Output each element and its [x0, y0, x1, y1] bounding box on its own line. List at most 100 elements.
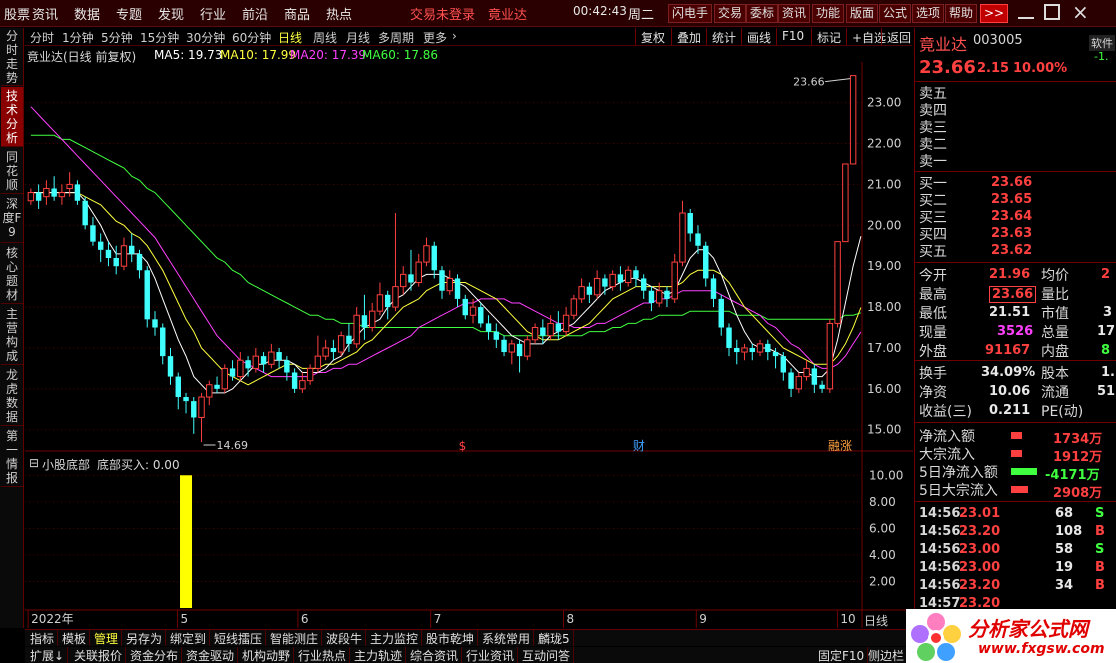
kline-chart[interactable]: 23.00 22.00 21.00 20.00 19.00 18.00 17.00 16.00…	[25, 62, 913, 628]
period-60min[interactable]: 60分钟	[232, 29, 271, 46]
draw-button[interactable]: 画线	[741, 28, 776, 45]
indicator-tab[interactable]: 股市乾坤	[423, 630, 479, 646]
stats-button[interactable]: 统计	[706, 28, 741, 45]
indicator-tab[interactable]: 短线擂压	[211, 630, 267, 646]
candle	[206, 380, 213, 406]
login-status[interactable]: 交易未登录	[410, 4, 475, 23]
candle-body	[578, 286, 585, 300]
candle-body	[819, 384, 825, 389]
candle	[214, 376, 220, 393]
indicator-tab[interactable]: 主力监控	[367, 630, 423, 646]
tab-technical[interactable]: 技术分析	[1, 87, 23, 147]
close-icon[interactable]: ×	[1072, 0, 1089, 24]
quote-panel: 竟业达 003005 软件 -1. 23.66 2.15 10.00% 卖五 卖…	[914, 28, 1116, 663]
indicator-tick-label: 8.00	[869, 495, 896, 509]
minimize-icon[interactable]	[1018, 5, 1034, 19]
indicator-collapse-icon[interactable]: ⊟	[29, 456, 39, 470]
menu-data[interactable]: 数据	[74, 4, 100, 23]
mark-button[interactable]: 标记	[811, 28, 846, 45]
extension-tab[interactable]: 综合资讯	[407, 647, 463, 663]
options-button[interactable]: 选项	[912, 4, 945, 23]
indicator-tab[interactable]: 麟珑5	[535, 630, 574, 646]
tab-depth-f9[interactable]: 深度F9	[1, 195, 23, 243]
extension-tab[interactable]: 互动问答	[519, 647, 575, 663]
menu-commodity[interactable]: 商品	[284, 4, 310, 23]
totvol-value: 17	[1097, 324, 1116, 339]
netflow-value: 1734万	[1053, 432, 1103, 447]
indicator-tab[interactable]: 管理	[91, 630, 123, 646]
candle-body	[555, 323, 562, 332]
period-monthly[interactable]: 月线	[346, 29, 370, 46]
extension-tab[interactable]: 主力轨迹	[351, 647, 407, 663]
period-1min[interactable]: 1分钟	[62, 29, 94, 46]
period-more[interactable]: 更多	[423, 29, 447, 46]
blockflow5-bar	[1011, 486, 1028, 493]
indicator-tab[interactable]: 另存为	[123, 630, 167, 646]
extension-tab[interactable]: 机构动野	[239, 647, 295, 663]
indicator-tab[interactable]: 指标	[27, 630, 59, 646]
entrust-button[interactable]: 委标	[746, 4, 779, 23]
period-5min[interactable]: 5分钟	[101, 29, 133, 46]
extension-tab-right[interactable]: 侧边栏	[865, 647, 909, 663]
candle-body	[214, 384, 220, 389]
menu-frontier[interactable]: 前沿	[242, 4, 268, 23]
tab-first-intel[interactable]: 第一情报	[1, 427, 23, 487]
indicator-tab[interactable]: 波段牛	[323, 630, 367, 646]
pe-label: PE(动)	[1041, 404, 1084, 420]
flash-trade-button[interactable]: 闪电手	[668, 4, 713, 23]
menu-industry[interactable]: 行业	[200, 4, 226, 23]
extension-tab[interactable]: 扩展↓	[27, 647, 69, 663]
candle	[765, 339, 771, 361]
f10-button[interactable]: F10	[776, 28, 809, 45]
open-label: 今开	[919, 268, 947, 284]
extension-tab[interactable]: 关联报价	[71, 647, 127, 663]
tab-core-theme[interactable]: 核心题材	[1, 244, 23, 304]
indicator-title: 小股底部	[42, 458, 91, 472]
period-15min[interactable]: 15分钟	[140, 29, 179, 46]
menu-topics[interactable]: 专题	[116, 4, 142, 23]
adjust-button[interactable]: 复权	[635, 28, 670, 45]
function-button[interactable]: 功能	[812, 4, 845, 23]
time-tick-label: 5	[181, 612, 189, 626]
period-30min[interactable]: 30分钟	[186, 29, 225, 46]
tab-intraday[interactable]: 分时走势	[1, 28, 23, 86]
price-tick-label: 17.00	[867, 341, 901, 355]
back-button[interactable]: 返回	[881, 28, 916, 45]
extension-tab-right[interactable]: 固定F10	[815, 647, 869, 663]
menu-news[interactable]: 资讯	[32, 4, 58, 23]
period-weekly[interactable]: 周线	[313, 29, 337, 46]
tab-business[interactable]: 主营构成	[1, 305, 23, 365]
candle-body	[51, 188, 57, 197]
sector-tag[interactable]: 软件	[1089, 35, 1115, 51]
news-button[interactable]: 资讯	[778, 4, 811, 23]
tab-dragon-tiger[interactable]: 龙虎数据	[1, 366, 23, 426]
maximize-icon[interactable]	[1044, 4, 1060, 20]
indicator-tab[interactable]: 智能测庄	[267, 630, 323, 646]
overlay-button[interactable]: 叠加	[671, 28, 706, 45]
chevron-right-icon[interactable]: ›	[452, 29, 457, 43]
trade-button[interactable]: 交易	[714, 4, 747, 23]
extension-tab[interactable]: 行业热点	[295, 647, 351, 663]
candle	[842, 163, 849, 243]
time-tick-label: 8	[567, 612, 575, 626]
help-button[interactable]: 帮助	[945, 4, 978, 23]
menu-discover[interactable]: 发现	[158, 4, 184, 23]
extension-tab[interactable]: 行业资讯	[463, 647, 519, 663]
indicator-tab[interactable]: 模板	[59, 630, 91, 646]
tab-ths[interactable]: 同花顺	[1, 148, 23, 194]
event-marker: 融涨	[828, 438, 852, 453]
ask1-label: 卖一	[919, 154, 947, 170]
formula-button[interactable]: 公式	[879, 4, 912, 23]
candle-body	[508, 343, 516, 353]
menu-hot[interactable]: 热点	[326, 4, 352, 23]
period-intraday[interactable]: 分时	[30, 29, 54, 46]
period-multi[interactable]: 多周期	[378, 29, 414, 46]
indicator-tab[interactable]: 系统常用	[479, 630, 535, 646]
indicator-tab[interactable]: 绑定到	[167, 630, 211, 646]
extension-tab[interactable]: 资金驱动	[183, 647, 239, 663]
period-daily[interactable]: 日线	[278, 29, 302, 46]
more-menu-button[interactable]: >>	[980, 4, 1008, 23]
layout-button[interactable]: 版面	[846, 4, 879, 23]
extension-tab[interactable]: 资金分布	[127, 647, 183, 663]
menu-stocks[interactable]: 股票	[4, 4, 30, 23]
